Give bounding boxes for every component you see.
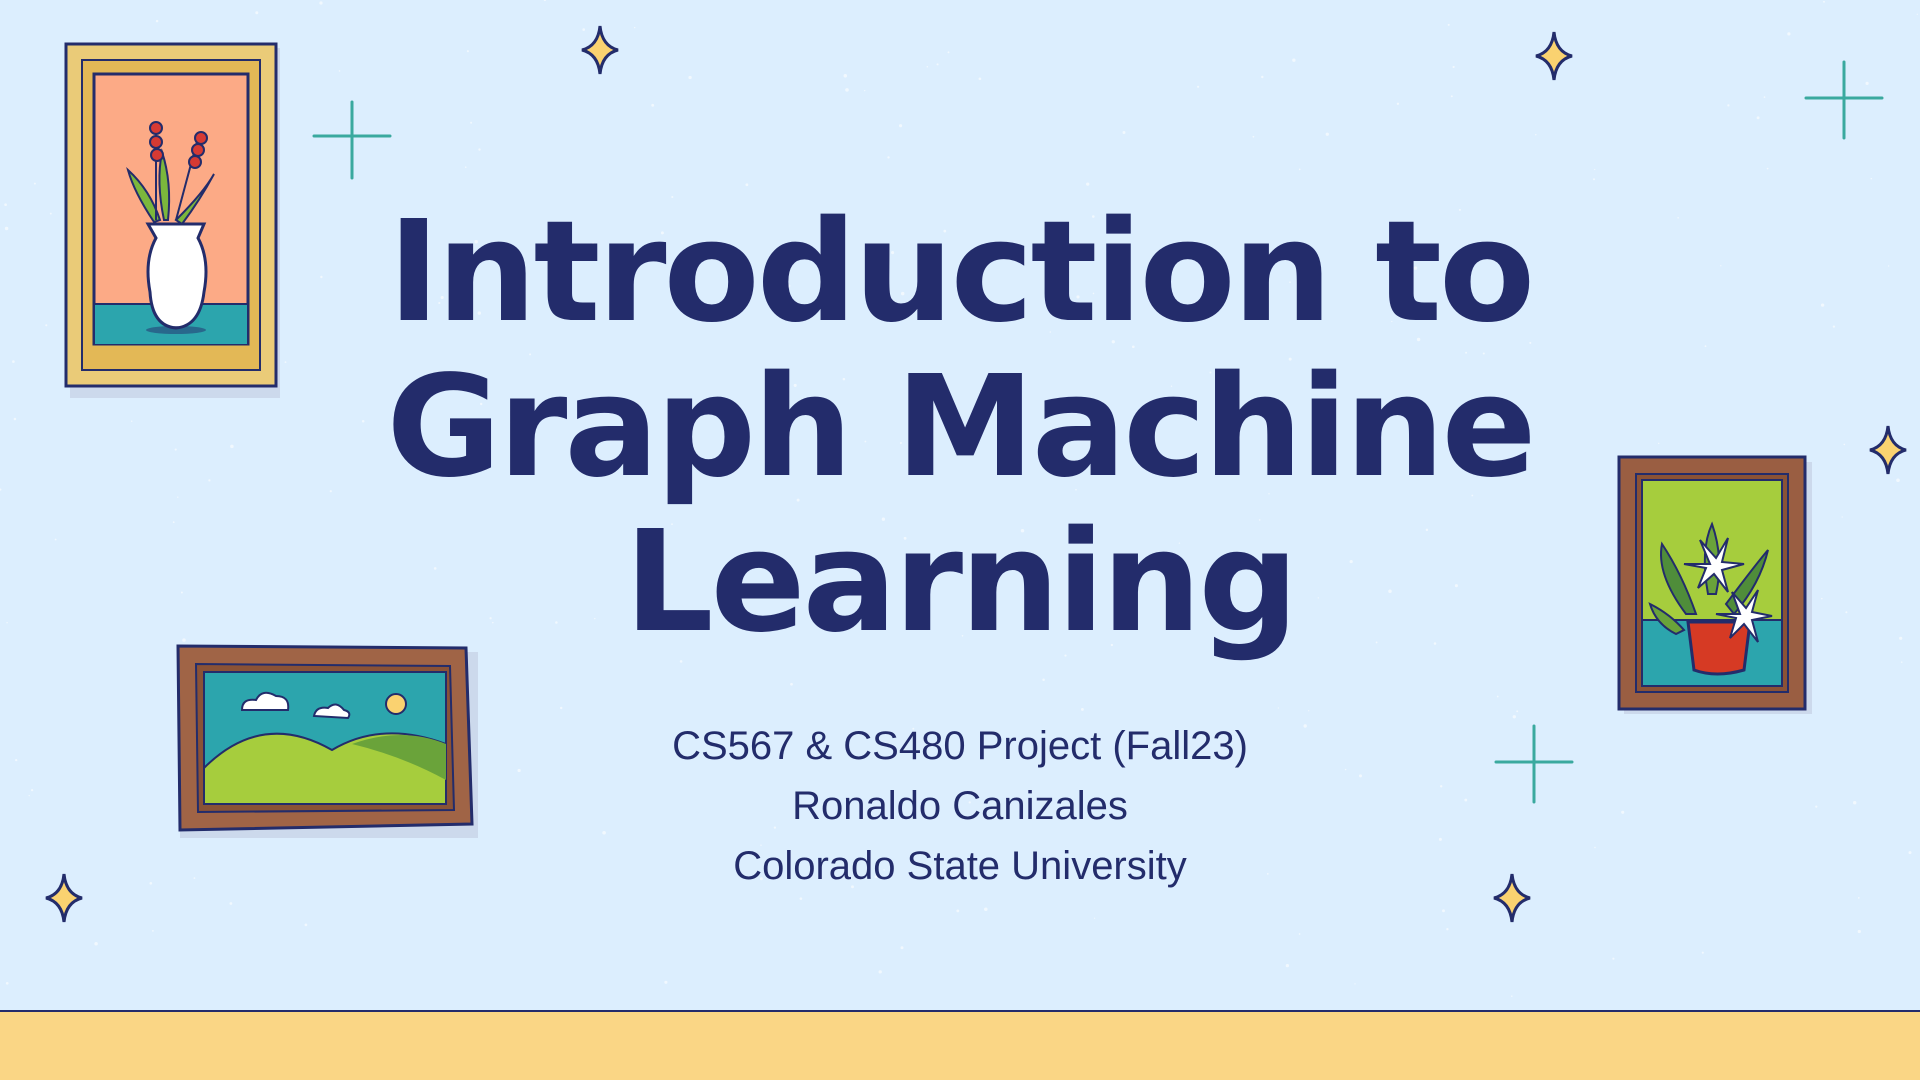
plus-sparkle-icon: [1804, 60, 1884, 140]
title-line: Graph Machine: [386, 346, 1536, 509]
slide-subtitle: CS567 & CS480 Project (Fall23) Ronaldo C…: [0, 716, 1920, 896]
title-line: Learning: [624, 501, 1298, 664]
slide-title: Introduction to Graph Machine Learning: [0, 195, 1920, 660]
institution-line: Colorado State University: [733, 844, 1187, 888]
course-line: CS567 & CS480 Project (Fall23): [672, 724, 1248, 768]
title-line: Introduction to: [387, 191, 1535, 354]
author-line: Ronaldo Canizales: [792, 784, 1128, 828]
plus-sparkle-icon: [312, 100, 392, 180]
sparkle-icon: [1535, 31, 1573, 81]
floor-band: [0, 1010, 1920, 1080]
sparkle-icon: [581, 25, 619, 75]
